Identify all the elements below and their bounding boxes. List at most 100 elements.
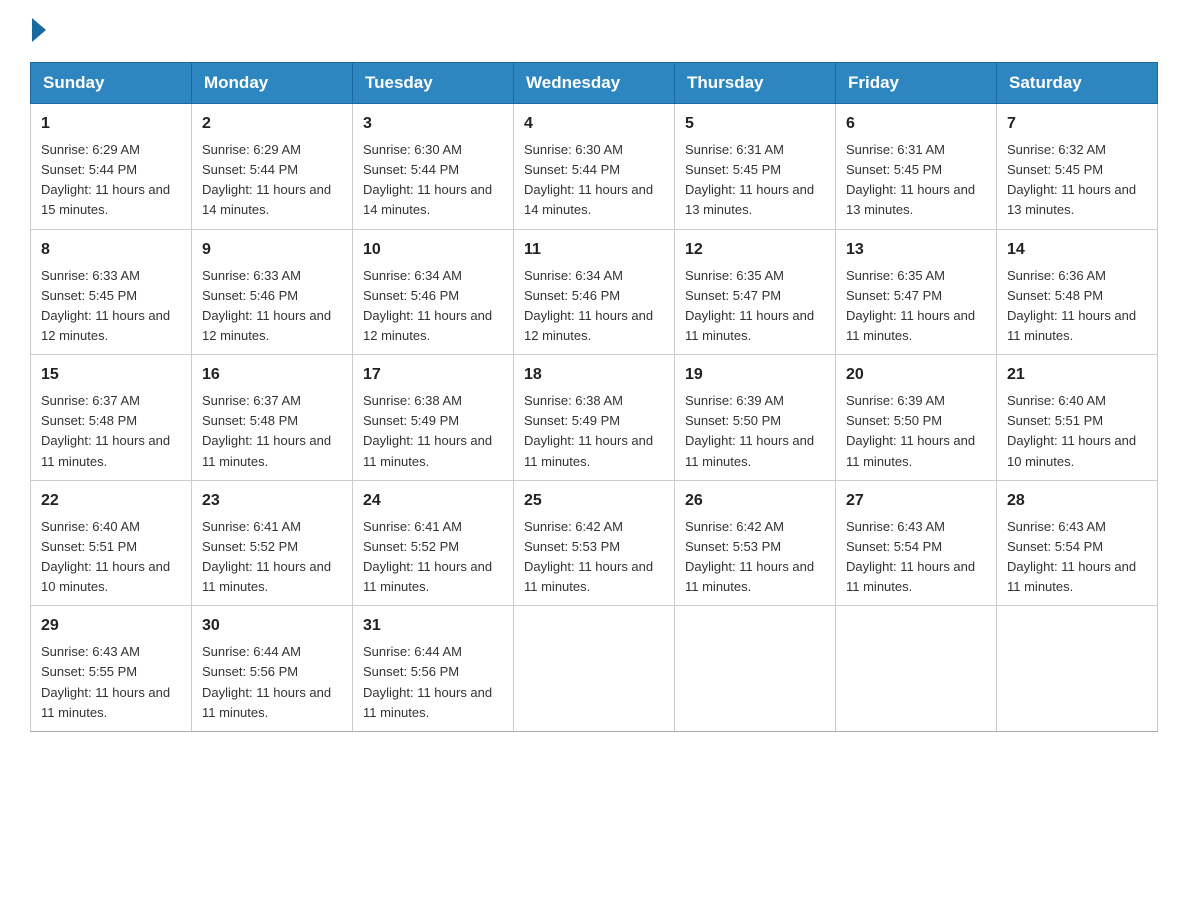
calendar-cell: 15Sunrise: 6:37 AMSunset: 5:48 PMDayligh… [31, 355, 192, 481]
day-info: Sunrise: 6:42 AMSunset: 5:53 PMDaylight:… [685, 519, 814, 594]
day-info: Sunrise: 6:32 AMSunset: 5:45 PMDaylight:… [1007, 142, 1136, 217]
calendar-table: SundayMondayTuesdayWednesdayThursdayFrid… [30, 62, 1158, 732]
weekday-header-saturday: Saturday [997, 63, 1158, 104]
calendar-cell: 24 Sunrise: 6:41 AMSunset: 5:52 PMDayligh… [353, 480, 514, 606]
weekday-header-friday: Friday [836, 63, 997, 104]
day-info: Sunrise: 6:37 AMSunset: 5:48 PMDaylight:… [41, 393, 170, 468]
day-number: 12 [685, 238, 825, 262]
weekday-header-wednesday: Wednesday [514, 63, 675, 104]
calendar-cell: 12 Sunrise: 6:35 AMSunset: 5:47 PMDayligh… [675, 229, 836, 355]
calendar-cell: 30 Sunrise: 6:44 AMSunset: 5:56 PMDayligh… [192, 606, 353, 732]
calendar-week-row: 8 Sunrise: 6:33 AMSunset: 5:45 PMDaylight… [31, 229, 1158, 355]
day-number: 11 [524, 238, 664, 262]
day-number: 29 [41, 614, 181, 638]
day-number: 8 [41, 238, 181, 262]
day-info: Sunrise: 6:43 AMSunset: 5:54 PMDaylight:… [846, 519, 975, 594]
calendar-cell: 20 Sunrise: 6:39 AMSunset: 5:50 PMDayligh… [836, 355, 997, 481]
day-info: Sunrise: 6:34 AMSunset: 5:46 PMDaylight:… [524, 268, 653, 343]
weekday-header-sunday: Sunday [31, 63, 192, 104]
calendar-cell: 13Sunrise: 6:35 AMSunset: 5:47 PMDayligh… [836, 229, 997, 355]
day-number: 21 [1007, 363, 1147, 387]
calendar-cell: 2 Sunrise: 6:29 AMSunset: 5:44 PMDaylight… [192, 104, 353, 230]
day-number: 9 [202, 238, 342, 262]
logo [30, 20, 46, 42]
calendar-cell [675, 606, 836, 732]
day-info: Sunrise: 6:31 AMSunset: 5:45 PMDaylight:… [685, 142, 814, 217]
day-number: 20 [846, 363, 986, 387]
calendar-week-row: 29 Sunrise: 6:43 AMSunset: 5:55 PMDayligh… [31, 606, 1158, 732]
day-info: Sunrise: 6:38 AMSunset: 5:49 PMDaylight:… [363, 393, 492, 468]
day-number: 1 [41, 112, 181, 136]
calendar-cell: 31 Sunrise: 6:44 AMSunset: 5:56 PMDayligh… [353, 606, 514, 732]
day-number: 19 [685, 363, 825, 387]
calendar-cell: 28Sunrise: 6:43 AMSunset: 5:54 PMDayligh… [997, 480, 1158, 606]
day-info: Sunrise: 6:41 AMSunset: 5:52 PMDaylight:… [202, 519, 331, 594]
day-info: Sunrise: 6:40 AMSunset: 5:51 PMDaylight:… [41, 519, 170, 594]
day-number: 6 [846, 112, 986, 136]
day-number: 25 [524, 489, 664, 513]
day-number: 10 [363, 238, 503, 262]
day-info: Sunrise: 6:38 AMSunset: 5:49 PMDaylight:… [524, 393, 653, 468]
day-info: Sunrise: 6:44 AMSunset: 5:56 PMDaylight:… [363, 644, 492, 719]
weekday-header-thursday: Thursday [675, 63, 836, 104]
day-number: 7 [1007, 112, 1147, 136]
calendar-cell: 8 Sunrise: 6:33 AMSunset: 5:45 PMDaylight… [31, 229, 192, 355]
calendar-cell [514, 606, 675, 732]
day-number: 4 [524, 112, 664, 136]
calendar-cell: 29 Sunrise: 6:43 AMSunset: 5:55 PMDayligh… [31, 606, 192, 732]
calendar-cell [836, 606, 997, 732]
calendar-cell: 11 Sunrise: 6:34 AMSunset: 5:46 PMDayligh… [514, 229, 675, 355]
calendar-cell [997, 606, 1158, 732]
calendar-cell: 25 Sunrise: 6:42 AMSunset: 5:53 PMDayligh… [514, 480, 675, 606]
calendar-week-row: 15Sunrise: 6:37 AMSunset: 5:48 PMDayligh… [31, 355, 1158, 481]
day-number: 24 [363, 489, 503, 513]
day-info: Sunrise: 6:39 AMSunset: 5:50 PMDaylight:… [846, 393, 975, 468]
day-info: Sunrise: 6:29 AMSunset: 5:44 PMDaylight:… [41, 142, 170, 217]
day-number: 13 [846, 238, 986, 262]
day-info: Sunrise: 6:44 AMSunset: 5:56 PMDaylight:… [202, 644, 331, 719]
calendar-cell: 22 Sunrise: 6:40 AMSunset: 5:51 PMDayligh… [31, 480, 192, 606]
logo-arrow-icon [32, 18, 46, 42]
calendar-week-row: 22 Sunrise: 6:40 AMSunset: 5:51 PMDayligh… [31, 480, 1158, 606]
calendar-cell: 27 Sunrise: 6:43 AMSunset: 5:54 PMDayligh… [836, 480, 997, 606]
day-number: 2 [202, 112, 342, 136]
day-number: 22 [41, 489, 181, 513]
day-info: Sunrise: 6:34 AMSunset: 5:46 PMDaylight:… [363, 268, 492, 343]
weekday-header-tuesday: Tuesday [353, 63, 514, 104]
calendar-cell: 21 Sunrise: 6:40 AMSunset: 5:51 PMDayligh… [997, 355, 1158, 481]
weekday-header-row: SundayMondayTuesdayWednesdayThursdayFrid… [31, 63, 1158, 104]
day-info: Sunrise: 6:33 AMSunset: 5:45 PMDaylight:… [41, 268, 170, 343]
calendar-cell: 7 Sunrise: 6:32 AMSunset: 5:45 PMDaylight… [997, 104, 1158, 230]
day-info: Sunrise: 6:29 AMSunset: 5:44 PMDaylight:… [202, 142, 331, 217]
day-info: Sunrise: 6:33 AMSunset: 5:46 PMDaylight:… [202, 268, 331, 343]
page-header [30, 20, 1158, 42]
day-number: 18 [524, 363, 664, 387]
day-info: Sunrise: 6:40 AMSunset: 5:51 PMDaylight:… [1007, 393, 1136, 468]
day-info: Sunrise: 6:30 AMSunset: 5:44 PMDaylight:… [524, 142, 653, 217]
day-info: Sunrise: 6:39 AMSunset: 5:50 PMDaylight:… [685, 393, 814, 468]
calendar-cell: 26 Sunrise: 6:42 AMSunset: 5:53 PMDayligh… [675, 480, 836, 606]
calendar-cell: 23Sunrise: 6:41 AMSunset: 5:52 PMDayligh… [192, 480, 353, 606]
day-info: Sunrise: 6:43 AMSunset: 5:55 PMDaylight:… [41, 644, 170, 719]
calendar-cell: 10 Sunrise: 6:34 AMSunset: 5:46 PMDayligh… [353, 229, 514, 355]
day-number: 27 [846, 489, 986, 513]
day-number: 31 [363, 614, 503, 638]
calendar-cell: 9 Sunrise: 6:33 AMSunset: 5:46 PMDaylight… [192, 229, 353, 355]
calendar-cell: 3Sunrise: 6:30 AMSunset: 5:44 PMDaylight… [353, 104, 514, 230]
day-number: 16 [202, 363, 342, 387]
weekday-header-monday: Monday [192, 63, 353, 104]
calendar-cell: 14Sunrise: 6:36 AMSunset: 5:48 PMDayligh… [997, 229, 1158, 355]
calendar-cell: 6 Sunrise: 6:31 AMSunset: 5:45 PMDaylight… [836, 104, 997, 230]
day-info: Sunrise: 6:37 AMSunset: 5:48 PMDaylight:… [202, 393, 331, 468]
day-info: Sunrise: 6:35 AMSunset: 5:47 PMDaylight:… [685, 268, 814, 343]
day-number: 26 [685, 489, 825, 513]
day-info: Sunrise: 6:41 AMSunset: 5:52 PMDaylight:… [363, 519, 492, 594]
calendar-cell: 1 Sunrise: 6:29 AMSunset: 5:44 PMDaylight… [31, 104, 192, 230]
day-info: Sunrise: 6:42 AMSunset: 5:53 PMDaylight:… [524, 519, 653, 594]
day-number: 5 [685, 112, 825, 136]
day-info: Sunrise: 6:31 AMSunset: 5:45 PMDaylight:… [846, 142, 975, 217]
calendar-cell: 17Sunrise: 6:38 AMSunset: 5:49 PMDayligh… [353, 355, 514, 481]
day-info: Sunrise: 6:43 AMSunset: 5:54 PMDaylight:… [1007, 519, 1136, 594]
day-number: 30 [202, 614, 342, 638]
calendar-cell: 4 Sunrise: 6:30 AMSunset: 5:44 PMDaylight… [514, 104, 675, 230]
